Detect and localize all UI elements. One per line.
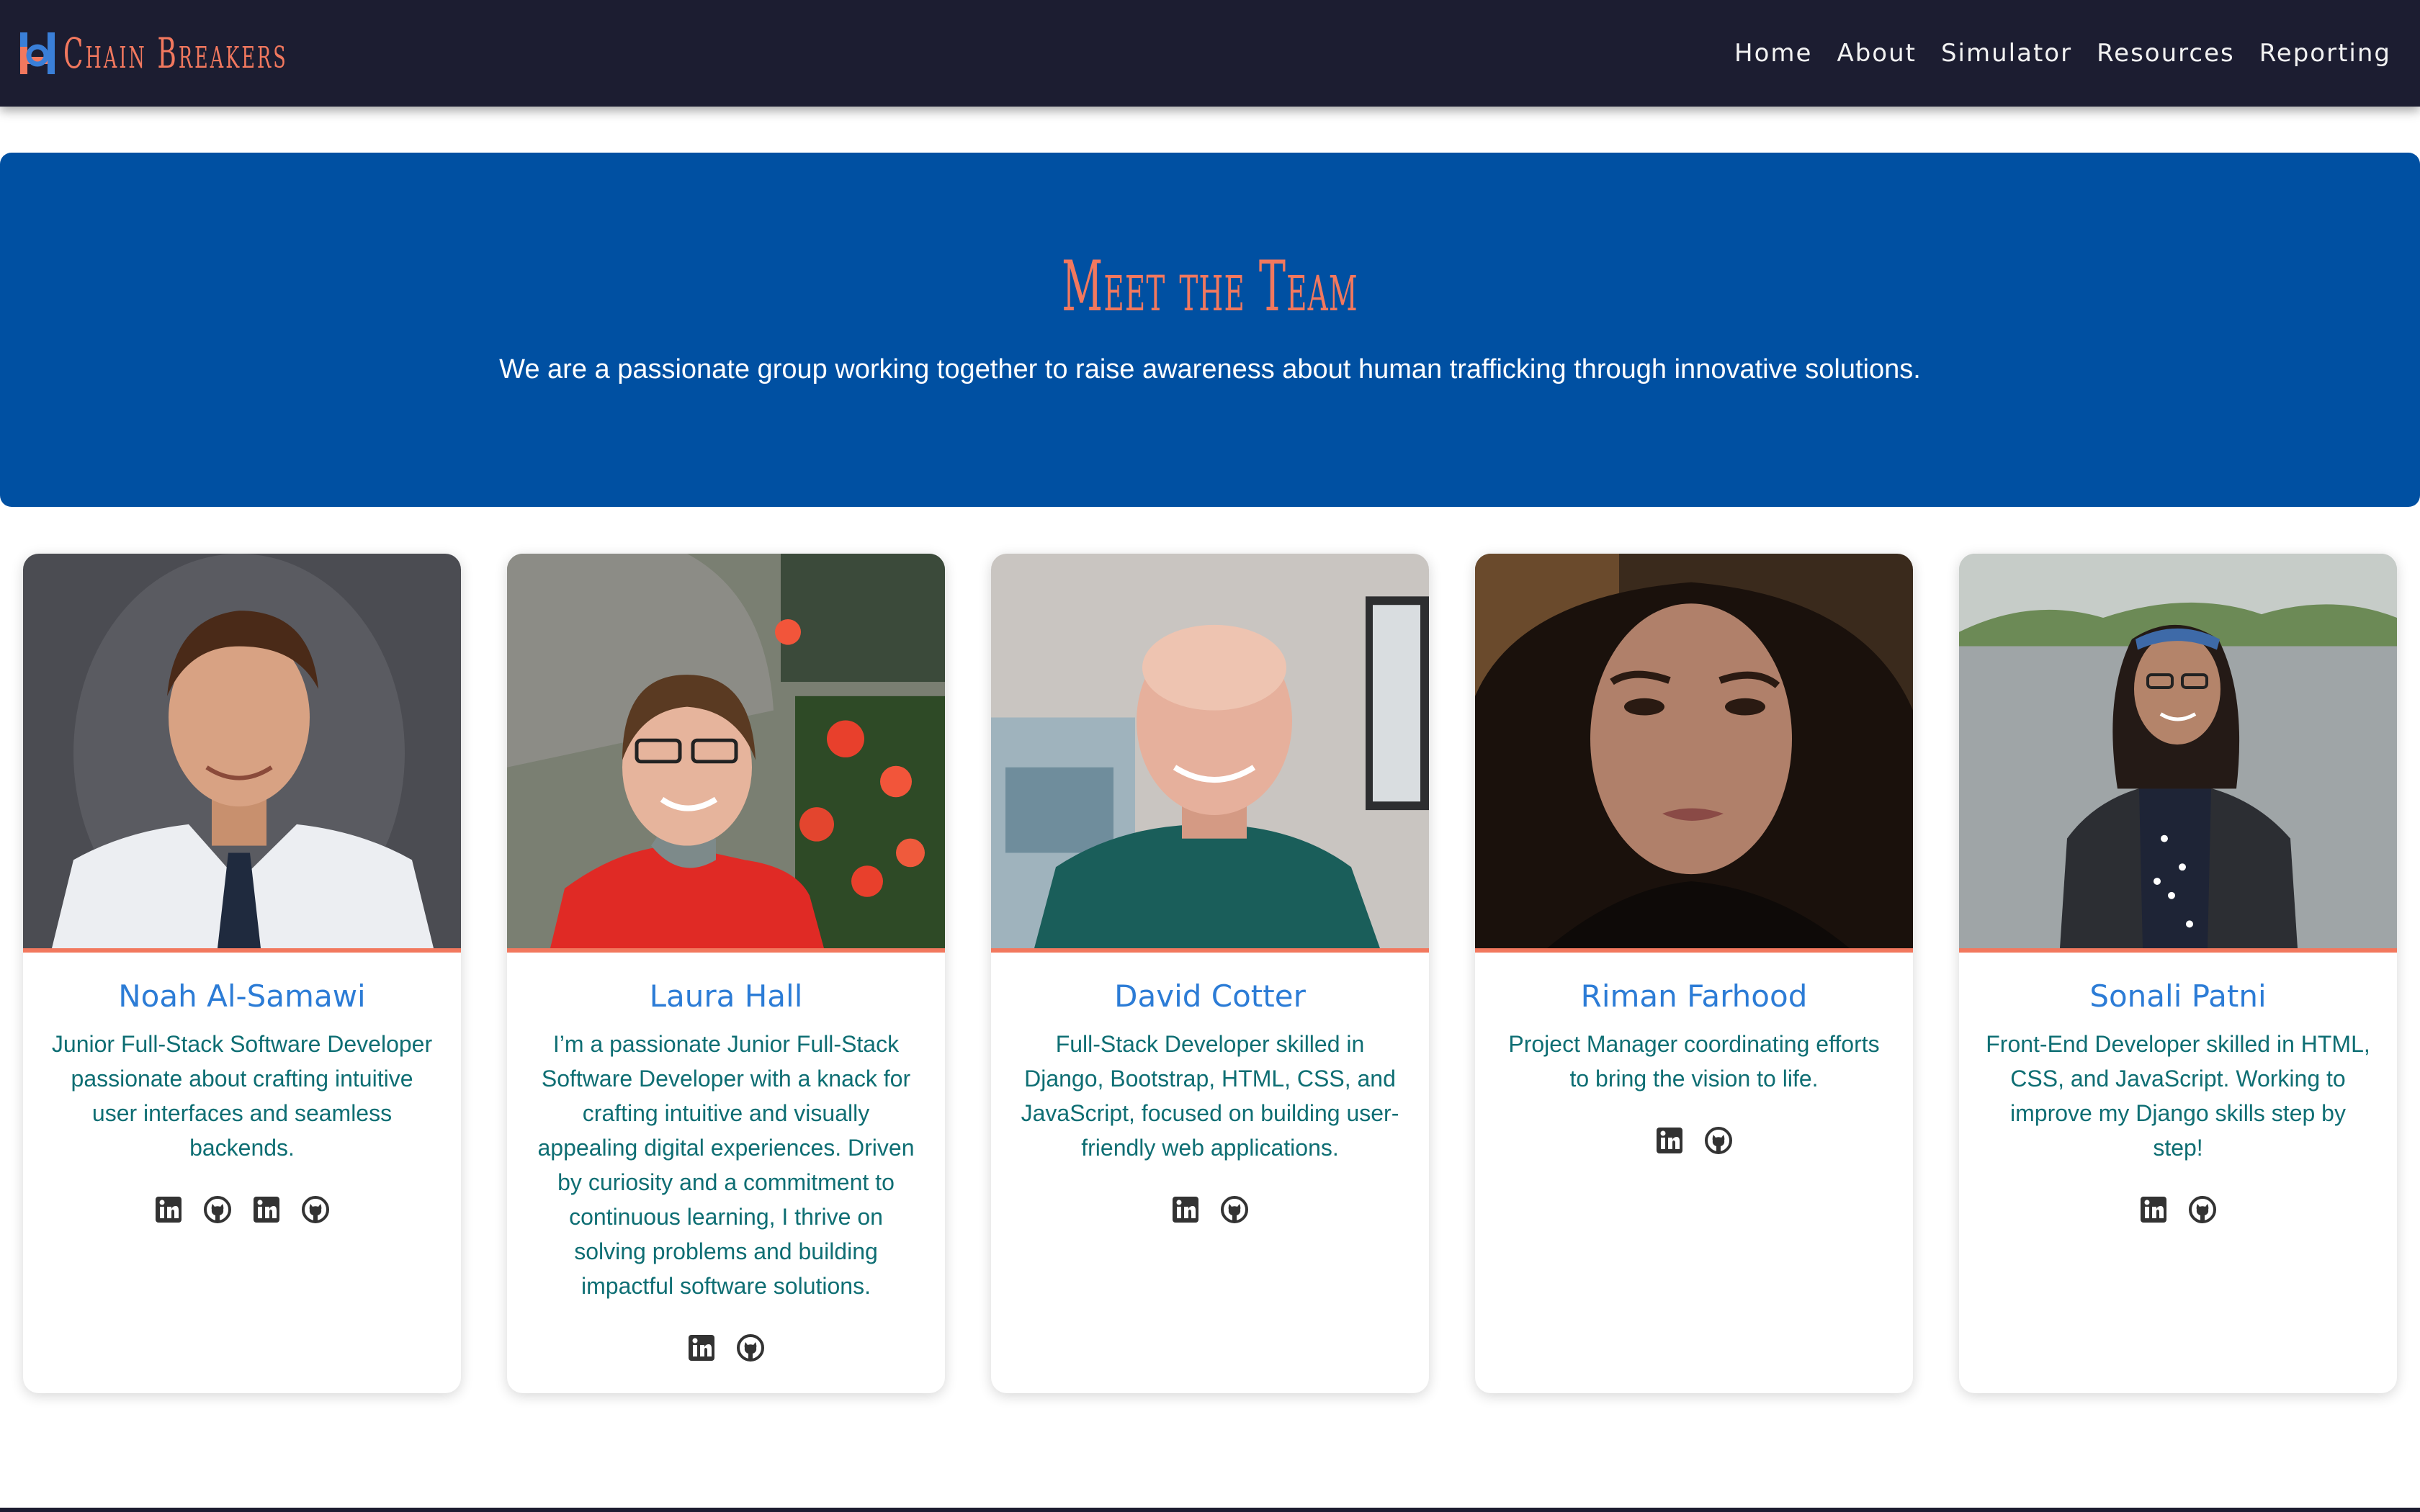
- member-bio: Junior Full-Stack Software Developer pas…: [51, 1031, 433, 1161]
- nav-links: Home About Simulator Resources Reporting: [1734, 39, 2391, 68]
- member-photo: [1959, 554, 2397, 953]
- nav-link-resources[interactable]: Resources: [2097, 39, 2235, 68]
- member-photo: [1475, 554, 1913, 953]
- member-name: Laura Hall: [649, 978, 803, 1014]
- social-links: [507, 1333, 945, 1362]
- member-bio: Project Manager coordinating efforts to …: [1508, 1031, 1880, 1092]
- social-links: [1959, 1195, 2397, 1224]
- team-card-noah: Noah Al-Samawi Junior Full-Stack Softwar…: [23, 554, 461, 1393]
- github-icon[interactable]: [1704, 1126, 1733, 1155]
- nav-link-home[interactable]: Home: [1734, 39, 1812, 68]
- nav-link-reporting[interactable]: Reporting: [2259, 39, 2391, 68]
- member-name: Noah Al-Samawi: [118, 978, 366, 1014]
- linkedin-icon[interactable]: [687, 1333, 716, 1362]
- social-links: [23, 1195, 461, 1224]
- github-icon[interactable]: [2188, 1195, 2217, 1224]
- linkedin-icon[interactable]: [154, 1195, 183, 1224]
- member-bio: Full-Stack Developer skilled in Django, …: [1021, 1031, 1399, 1161]
- member-photo: [507, 554, 945, 953]
- team-card-sonali: Sonali Patni Front-End Developer skilled…: [1959, 554, 2397, 1393]
- team-card-david: David Cotter Full-Stack Developer skille…: [991, 554, 1429, 1393]
- navbar: Chain Breakers Home About Simulator Reso…: [0, 0, 2420, 107]
- linkedin-icon[interactable]: [1655, 1126, 1684, 1155]
- member-bio: I’m a passionate Junior Full-Stack Softw…: [537, 1031, 915, 1299]
- member-bio: Front-End Developer skilled in HTML, CSS…: [1986, 1031, 2370, 1161]
- member-name: David Cotter: [1114, 978, 1306, 1014]
- github-icon[interactable]: [1220, 1195, 1249, 1224]
- page-title: Meet the Team: [1062, 246, 1358, 327]
- github-icon[interactable]: [736, 1333, 765, 1362]
- footer-edge: [0, 1508, 2420, 1512]
- linkedin-icon[interactable]: [2139, 1195, 2168, 1224]
- nav-link-about[interactable]: About: [1837, 39, 1917, 68]
- github-icon[interactable]: [203, 1195, 232, 1224]
- team-card-laura: Laura Hall I’m a passionate Junior Full-…: [507, 554, 945, 1393]
- member-name: Riman Farhood: [1580, 978, 1808, 1014]
- member-photo: [991, 554, 1429, 953]
- linkedin-icon[interactable]: [252, 1195, 281, 1224]
- member-photo: [23, 554, 461, 953]
- member-name: Sonali Patni: [2089, 978, 2267, 1014]
- hero-subtitle: We are a passionate group working togeth…: [499, 354, 1921, 384]
- team-grid: Noah Al-Samawi Junior Full-Stack Softwar…: [23, 554, 2397, 1393]
- social-links: [991, 1195, 1429, 1224]
- chain-breakers-logo-icon: [19, 28, 58, 78]
- github-icon[interactable]: [301, 1195, 330, 1224]
- brand-link[interactable]: Chain Breakers: [19, 28, 426, 78]
- team-card-riman: Riman Farhood Project Manager coordinati…: [1475, 554, 1913, 1393]
- social-links: [1475, 1126, 1913, 1155]
- nav-link-simulator[interactable]: Simulator: [1941, 39, 2072, 68]
- hero-banner: Meet the Team We are a passionate group …: [0, 153, 2420, 507]
- brand-name: Chain Breakers: [63, 29, 288, 78]
- linkedin-icon[interactable]: [1171, 1195, 1200, 1224]
